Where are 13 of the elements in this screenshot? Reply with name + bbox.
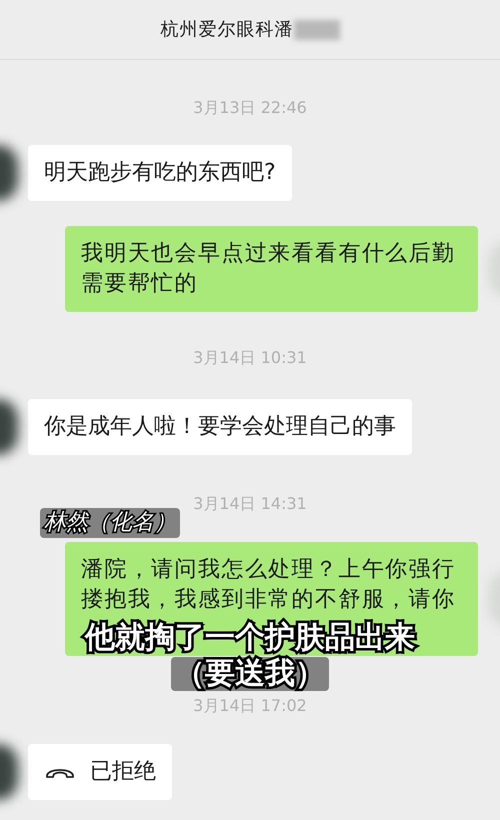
message-bubble: 我明天也会早点过来看看有什么后勤需要帮忙的 (65, 226, 478, 312)
timestamp: 3月14日 10:31 (193, 348, 307, 368)
video-caption: 林然（化名） (40, 508, 180, 538)
timestamp: 3月14日 14:31 (193, 494, 307, 514)
video-subtitle: 他就掏了一个护肤品出来 (83, 621, 416, 655)
chat-title: 杭州爱尔眼科潘 (160, 18, 294, 42)
blurred-name (294, 20, 340, 40)
timestamp: 3月14日 17:02 (193, 696, 307, 716)
video-subtitle: （要送我） (171, 657, 329, 691)
message-bubble: 你是成年人啦！要学会处理自己的事 (28, 399, 412, 455)
message-bubble: 明天跑步有吃的东西吧? (28, 145, 292, 201)
timestamp: 3月13日 22:46 (193, 98, 307, 118)
call-status: 已拒绝 (90, 758, 156, 786)
